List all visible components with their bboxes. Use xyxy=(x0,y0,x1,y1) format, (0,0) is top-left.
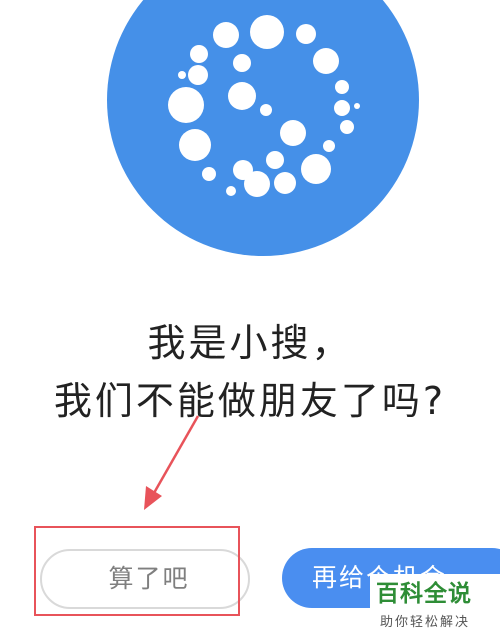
annotation-highlight-box xyxy=(34,526,240,616)
dialog-line-1: 我是小搜， xyxy=(147,321,353,365)
app-logo xyxy=(107,0,419,256)
watermark-title: 百科全说 xyxy=(376,581,472,607)
dotted-circle-logo-icon xyxy=(107,0,419,256)
dialog-message: 我是小搜， 我们不能做朋友了吗? xyxy=(0,314,500,430)
watermark: 百科全说 助你轻松解决 xyxy=(370,574,500,636)
watermark-subtitle: 助你轻松解决 xyxy=(380,615,471,630)
dialog-line-2: 我们不能做朋友了吗? xyxy=(53,379,447,423)
